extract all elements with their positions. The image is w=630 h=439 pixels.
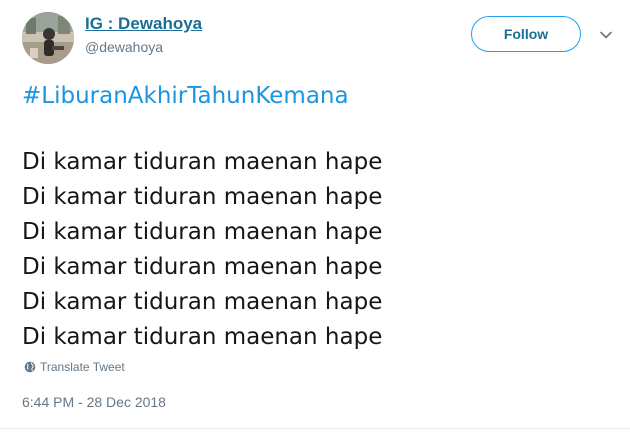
tweet-card: IG : Dewahoya @dewahoya Follow #LiburanA… (0, 0, 630, 439)
tweet-text-line: Di kamar tiduran maenan hape (22, 324, 383, 350)
translate-label: Translate Tweet (40, 360, 125, 374)
tweet-text-line: Di kamar tiduran maenan hape (22, 289, 383, 315)
tweet-text-line: Di kamar tiduran maenan hape (22, 219, 383, 245)
profile-photo-icon (22, 12, 74, 64)
tweet-text-line: Di kamar tiduran maenan hape (22, 184, 383, 210)
tweet-text: Di kamar tiduran maenan hape Di kamar ti… (22, 145, 382, 355)
globe-icon (24, 361, 36, 373)
hashtag-link[interactable]: #LiburanAkhirTahunKemana (22, 83, 349, 109)
tweet-text-line: Di kamar tiduran maenan hape (22, 254, 383, 280)
tweet-timestamp[interactable]: 6:44 PM - 28 Dec 2018 (22, 394, 166, 410)
follow-button[interactable]: Follow (471, 16, 581, 52)
divider (0, 428, 630, 429)
display-name[interactable]: IG : Dewahoya (85, 14, 202, 34)
translate-tweet-link[interactable]: Translate Tweet (24, 360, 125, 374)
chevron-down-icon[interactable] (599, 28, 613, 42)
tweet-text-line: Di kamar tiduran maenan hape (22, 149, 383, 175)
user-handle[interactable]: @dewahoya (85, 39, 163, 55)
avatar[interactable] (22, 12, 74, 64)
